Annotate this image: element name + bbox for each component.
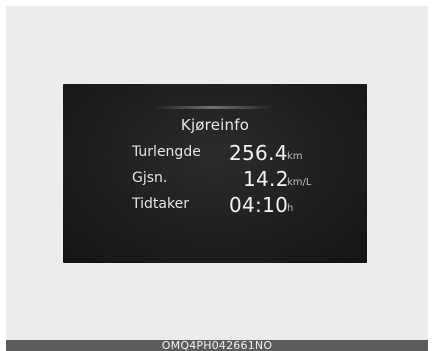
average-consumption-unit: km/L xyxy=(287,177,312,188)
trip-distance-label: Turlengde xyxy=(132,144,201,160)
average-consumption-value: 14.2 xyxy=(243,167,289,191)
timer-unit: h xyxy=(287,203,294,214)
display-title: Kjøreinfo xyxy=(180,116,250,134)
image-code-label: OMQ4PH042661NO xyxy=(6,340,428,351)
trip-distance-value: 256.4 xyxy=(229,141,288,165)
screen-highlight xyxy=(153,106,273,109)
cluster-display-screen: Kjøreinfo Turlengde 256.4 km Gjsn. 14.2 … xyxy=(63,84,367,263)
trip-distance-unit: km xyxy=(287,151,303,162)
average-consumption-label: Gjsn. xyxy=(132,170,168,186)
timer-label: Tidtaker xyxy=(132,196,189,212)
timer-value: 04:10 xyxy=(229,193,289,217)
